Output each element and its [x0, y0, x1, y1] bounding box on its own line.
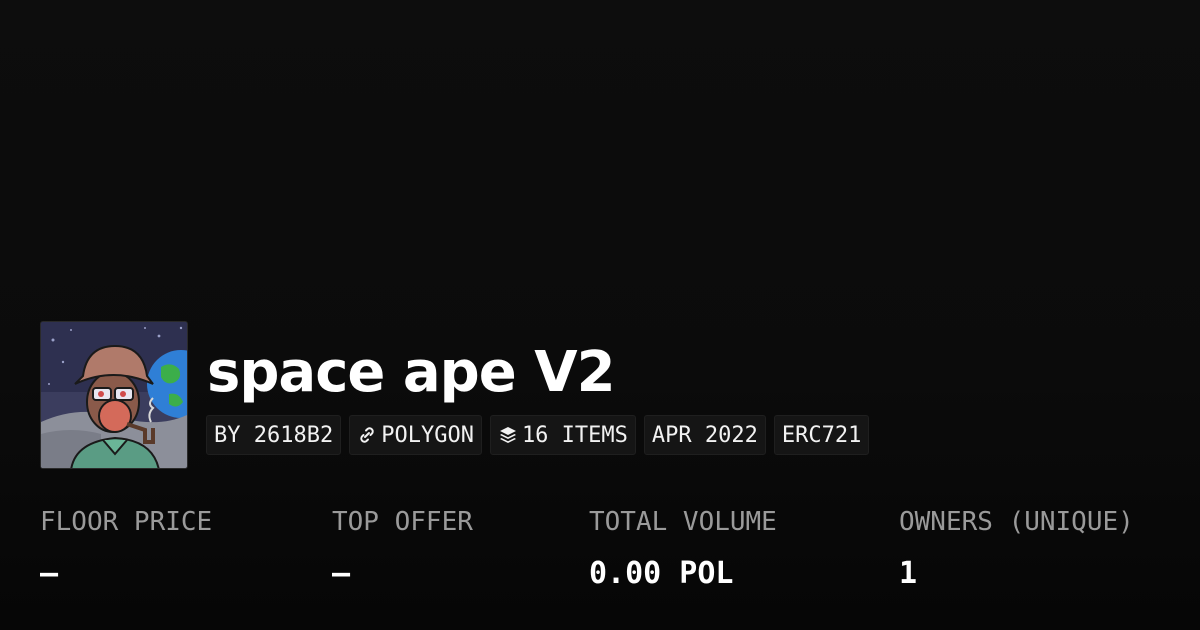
- floor-price-value: —: [40, 556, 59, 591]
- link-icon: [357, 425, 377, 445]
- chain-tag-label: POLYGON: [381, 422, 474, 448]
- owners-stat: OWNERS (UNIQUE) 1: [899, 505, 1134, 592]
- top-offer-value: —: [332, 556, 351, 591]
- layers-icon: [498, 425, 518, 445]
- collection-card: space ape V2 BY 2618B2 POLYGON 16 ITEMS …: [0, 0, 1200, 630]
- total-volume-stat: TOTAL VOLUME 0.00 POL: [589, 505, 777, 592]
- owners-label: OWNERS (UNIQUE): [899, 507, 1134, 537]
- top-offer-stat: TOP OFFER —: [332, 505, 473, 592]
- collection-tags: BY 2618B2 POLYGON 16 ITEMS APR 2022 ERC7…: [206, 415, 870, 455]
- date-tag-label: APR 2022: [651, 422, 758, 448]
- items-tag[interactable]: 16 ITEMS: [489, 415, 636, 455]
- floor-price-stat: FLOOR PRICE —: [40, 505, 212, 592]
- items-tag-label: 16 ITEMS: [521, 422, 628, 448]
- owners-value: 1: [899, 556, 918, 591]
- chain-tag[interactable]: POLYGON: [349, 415, 482, 455]
- total-volume-value: 0.00 POL: [589, 556, 734, 591]
- standard-tag-label: ERC721: [781, 422, 862, 448]
- creator-tag[interactable]: BY 2618B2: [206, 415, 342, 455]
- floor-price-label: FLOOR PRICE: [40, 507, 213, 537]
- collection-title: space ape V2: [207, 340, 616, 405]
- date-tag: APR 2022: [643, 415, 766, 455]
- top-offer-label: TOP OFFER: [332, 507, 473, 537]
- creator-tag-label: BY 2618B2: [214, 422, 334, 448]
- collection-avatar[interactable]: [40, 321, 188, 469]
- total-volume-label: TOTAL VOLUME: [589, 507, 777, 537]
- ape-avatar-image: [41, 322, 187, 468]
- standard-tag: ERC721: [773, 415, 870, 455]
